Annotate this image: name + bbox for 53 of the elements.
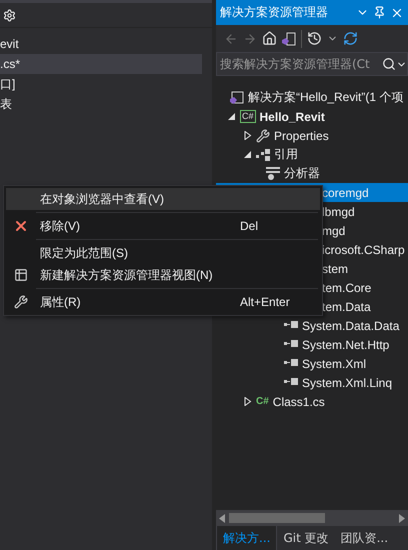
list-item[interactable]: 口] xyxy=(0,74,202,94)
tree-item[interactable]: System.Net.Http xyxy=(302,338,390,352)
history-icon[interactable] xyxy=(307,31,322,46)
expanded-arrow-icon[interactable] xyxy=(228,112,236,121)
pin-icon[interactable] xyxy=(373,6,386,19)
tree-item[interactable]: System.Data.Data xyxy=(302,318,400,332)
analyzer-icon xyxy=(266,167,280,180)
collapsed-arrow-icon[interactable] xyxy=(244,131,252,140)
reference-icon xyxy=(284,340,298,349)
menu-item[interactable]: 在对象浏览器中查看(V) xyxy=(6,188,320,210)
panel-tab[interactable]: Git 更改 xyxy=(277,526,335,550)
expanded-arrow-icon[interactable] xyxy=(244,150,252,159)
panel-tab[interactable]: 解决方... xyxy=(216,526,278,550)
list-item[interactable]: 表 xyxy=(0,94,202,114)
forward-icon[interactable] xyxy=(243,32,257,46)
tree-item[interactable]: Class1.cs xyxy=(272,394,325,408)
menu-item[interactable]: 移除(V) Del xyxy=(6,215,320,237)
search-field[interactable]: 搜索解决方案资源管理器(Ct xyxy=(216,52,408,76)
list-item[interactable]: .cs* xyxy=(0,54,202,74)
list-item[interactable]: evit xyxy=(0,34,202,54)
reference-icon xyxy=(284,359,298,368)
reference-icon xyxy=(284,321,298,330)
tree-item[interactable]: Properties xyxy=(274,128,329,142)
csharp-file-icon: C# xyxy=(256,396,269,407)
refresh-icon[interactable] xyxy=(343,31,358,46)
references-icon xyxy=(256,148,270,160)
tree-item[interactable]: 引用 xyxy=(274,146,298,163)
tree-item[interactable]: 解决方案“Hello_Revit”(1 个项 xyxy=(248,89,404,106)
wrench-icon xyxy=(256,128,270,142)
tree-item[interactable]: 分析器 xyxy=(284,165,320,182)
scroll-right-icon[interactable] xyxy=(399,514,405,522)
scroll-left-icon[interactable] xyxy=(219,514,225,522)
back-icon[interactable] xyxy=(224,32,238,46)
horizontal-scrollbar[interactable] xyxy=(216,510,408,526)
collapsed-arrow-icon[interactable] xyxy=(244,397,252,406)
panel-tab[interactable]: 团队资... xyxy=(334,526,394,550)
panel-title: 解决方案资源管理器 xyxy=(220,4,329,21)
tree-item[interactable]: System.Xml xyxy=(302,356,366,370)
search-icon[interactable] xyxy=(382,57,396,71)
menu-item[interactable]: 限定为此范围(S) xyxy=(6,242,320,264)
wrench-icon xyxy=(14,295,28,309)
home-icon[interactable] xyxy=(262,31,277,46)
delete-icon xyxy=(13,218,29,234)
tree-item[interactable]: Hello_Revit xyxy=(260,110,325,124)
csharp-project-icon: C# xyxy=(240,110,256,123)
reference-icon xyxy=(284,378,298,387)
solution-icon xyxy=(230,90,244,104)
settings-icon[interactable] xyxy=(3,8,16,22)
window-icon xyxy=(14,268,28,282)
menu-item[interactable]: 属性(R) Alt+Enter xyxy=(6,291,320,313)
tree-item[interactable]: System.Xml.Linq xyxy=(302,376,392,390)
menu-item[interactable]: 新建解决方案资源管理器视图(N) xyxy=(6,264,320,286)
solution-view-icon[interactable] xyxy=(282,32,296,46)
